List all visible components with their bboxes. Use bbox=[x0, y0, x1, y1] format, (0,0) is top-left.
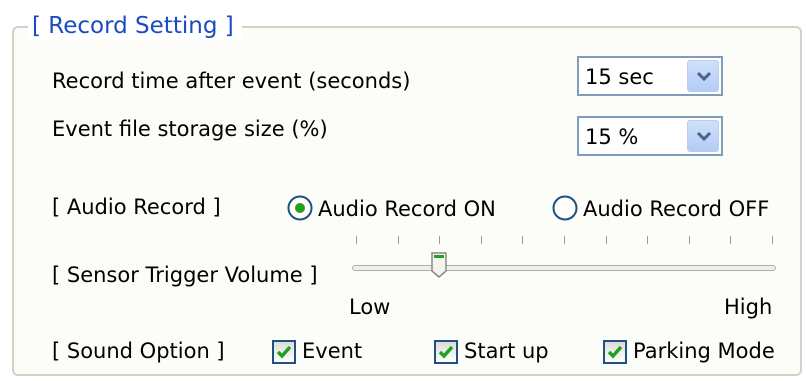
slider-tick bbox=[564, 236, 565, 244]
group-title: [ Record Setting ] bbox=[28, 12, 242, 40]
slider-tick bbox=[397, 236, 399, 244]
startup-label[interactable]: Start up bbox=[464, 338, 549, 364]
storage-size-value: 15 % bbox=[585, 125, 639, 149]
slider-tick bbox=[647, 236, 649, 244]
chevron-down-icon[interactable] bbox=[687, 120, 719, 152]
audio-off-radio[interactable] bbox=[552, 195, 578, 221]
slider-tick bbox=[522, 236, 524, 244]
chevron-down-icon[interactable] bbox=[687, 60, 719, 92]
slider-tick bbox=[688, 236, 690, 244]
parking-mode-label[interactable]: Parking Mode bbox=[633, 338, 775, 364]
record-time-value: 15 sec bbox=[585, 65, 654, 89]
sensor-trigger-label: [ Sensor Trigger Volume ] bbox=[52, 263, 318, 287]
slider-max-label: High bbox=[724, 295, 773, 319]
slider-tick bbox=[356, 236, 357, 244]
storage-size-select[interactable]: 15 % bbox=[577, 116, 723, 156]
slider-tick bbox=[730, 236, 732, 244]
slider-tick bbox=[439, 236, 441, 244]
storage-size-label: Event file storage size (%) bbox=[52, 117, 328, 141]
audio-on-label[interactable]: Audio Record ON bbox=[318, 196, 496, 222]
slider-tick bbox=[605, 236, 607, 244]
parking-mode-checkbox[interactable] bbox=[603, 340, 627, 364]
sound-option-label: [ Sound Option ] bbox=[52, 339, 225, 363]
sensor-trigger-slider[interactable] bbox=[352, 265, 776, 271]
record-time-label: Record time after event (seconds) bbox=[52, 69, 411, 93]
record-time-select[interactable]: 15 sec bbox=[577, 56, 723, 96]
event-label[interactable]: Event bbox=[302, 338, 362, 364]
audio-record-label: [ Audio Record ] bbox=[52, 195, 221, 219]
event-checkbox[interactable] bbox=[272, 340, 296, 364]
audio-off-label[interactable]: Audio Record OFF bbox=[583, 196, 769, 222]
slider-tick bbox=[480, 236, 482, 244]
slider-tick bbox=[772, 236, 773, 244]
slider-min-label: Low bbox=[349, 295, 391, 319]
startup-checkbox[interactable] bbox=[434, 340, 458, 364]
audio-on-radio[interactable] bbox=[287, 195, 313, 221]
slider-thumb[interactable] bbox=[431, 252, 447, 278]
